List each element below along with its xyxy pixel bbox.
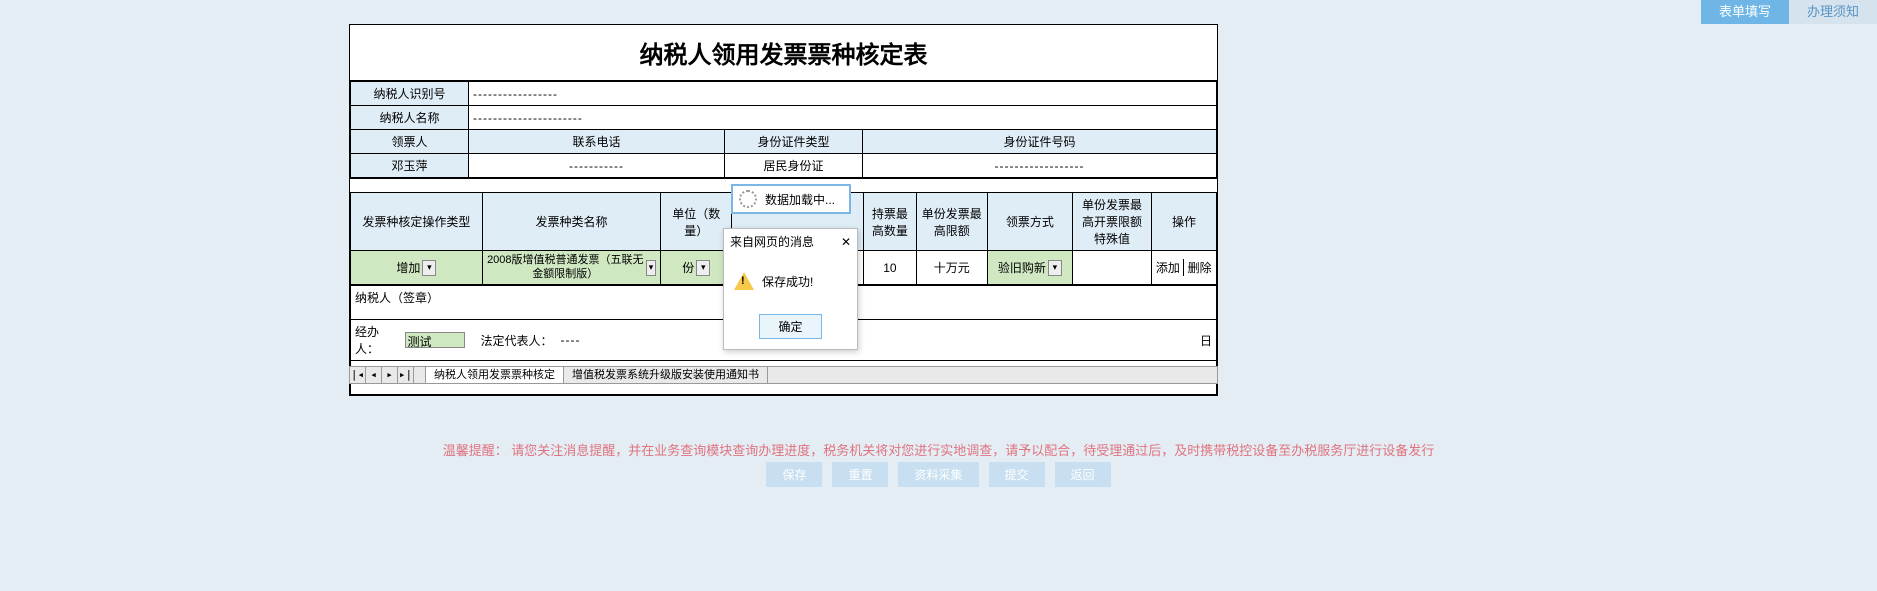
collect-button[interactable]: 资料采集 [898, 462, 978, 487]
delete-link[interactable]: 删除 [1184, 259, 1215, 276]
warning-icon [734, 272, 754, 290]
chevron-down-icon[interactable]: ▾ [1048, 260, 1062, 276]
cell-op-type[interactable]: 增加▾ [351, 251, 483, 285]
message-dialog: 来自网页的消息 ✕ 保存成功! 确定 [723, 228, 858, 350]
tab-form-fill[interactable]: 表单填写 [1701, 0, 1789, 24]
chevron-down-icon[interactable]: ▾ [696, 260, 710, 276]
warm-reminder: 温馨提醒： 请您关注消息提醒，并在业务查询模块查询办理进度，税务机关将对您进行实… [0, 440, 1877, 459]
value-taxpayer-id: ----------------- [469, 82, 1217, 106]
cell-max-special [1072, 251, 1151, 285]
sheet-tab-bar: |◂ ◂ ▸ ▸| 纳税人领用发票票种核定 增值税发票系统升级版安装使用通知书 [349, 366, 1218, 384]
loading-text: 数据加载中... [765, 191, 835, 208]
label-recipient: 领票人 [351, 130, 469, 154]
col-unit: 单位（数量） [661, 193, 732, 251]
label-taxpayer-id: 纳税人识别号 [351, 82, 469, 106]
chevron-down-icon[interactable]: ▾ [646, 260, 656, 276]
cell-max-hold: 10 [864, 251, 917, 285]
agent-input[interactable]: 测试 [405, 332, 465, 348]
dialog-body-text: 保存成功! [762, 273, 813, 290]
sheet-nav-first[interactable]: |◂ [350, 367, 366, 383]
sheet-nav-next[interactable]: ▸ [382, 367, 398, 383]
col-max-single: 单份发票最高限额 [916, 193, 987, 251]
header-table: 纳税人识别号 ----------------- 纳税人名称 ---------… [350, 81, 1217, 178]
chevron-down-icon[interactable]: ▾ [422, 260, 436, 276]
close-icon[interactable]: ✕ [841, 235, 851, 249]
date-suffix: 日 [877, 320, 1217, 361]
action-bar: 保存 重置 资料采集 提交 返回 [0, 462, 1877, 487]
value-taxpayer-name: ---------------------- [469, 106, 1217, 130]
form-title: 纳税人领用发票票种核定表 [350, 25, 1217, 81]
save-button[interactable]: 保存 [766, 462, 822, 487]
cell-method[interactable]: 验旧购新▾ [987, 251, 1072, 285]
value-phone: ----------- [469, 154, 725, 178]
value-id-type: 居民身份证 [725, 154, 863, 178]
col-max-hold: 持票最高数量 [864, 193, 917, 251]
back-button[interactable]: 返回 [1055, 462, 1111, 487]
label-id-no: 身份证件号码 [863, 130, 1217, 154]
col-ops: 操作 [1152, 193, 1217, 251]
sheet-nav-last[interactable]: ▸| [398, 367, 414, 383]
value-id-no: ------------------ [863, 154, 1217, 178]
add-link[interactable]: 添加 [1153, 259, 1184, 276]
col-max-special: 单份发票最高开票限额特殊值 [1072, 193, 1151, 251]
reset-button[interactable]: 重置 [832, 462, 888, 487]
dialog-ok-button[interactable]: 确定 [759, 314, 821, 339]
label-agent: 经办人： [351, 320, 401, 361]
label-taxpayer-name: 纳税人名称 [351, 106, 469, 130]
cell-inv-name[interactable]: 2008版增值税普通发票（五联无金额限制版）▾ [482, 251, 660, 285]
cell-unit[interactable]: 份▾ [661, 251, 732, 285]
tab-handling-notice[interactable]: 办理须知 [1789, 0, 1877, 24]
sheet-tab-upgrade-notice[interactable]: 增值税发票系统升级版安装使用通知书 [564, 367, 768, 383]
dialog-title-text: 来自网页的消息 [730, 233, 814, 250]
top-tab-bar: 表单填写 办理须知 [1701, 0, 1877, 24]
value-recipient: 邓玉萍 [351, 154, 469, 178]
col-inv-name: 发票种类名称 [482, 193, 660, 251]
label-id-type: 身份证件类型 [725, 130, 863, 154]
submit-button[interactable]: 提交 [989, 462, 1045, 487]
col-op-type: 发票种核定操作类型 [351, 193, 483, 251]
sheet-nav-prev[interactable]: ◂ [366, 367, 382, 383]
loading-overlay: 数据加载中... [731, 184, 851, 214]
label-phone: 联系电话 [469, 130, 725, 154]
cell-max-single: 十万元 [916, 251, 987, 285]
col-method: 领票方式 [987, 193, 1072, 251]
label-legal-rep: 法定代表人： [477, 320, 557, 361]
sheet-tab-kinds[interactable]: 纳税人领用发票票种核定 [426, 367, 564, 383]
spinner-icon [739, 190, 757, 208]
